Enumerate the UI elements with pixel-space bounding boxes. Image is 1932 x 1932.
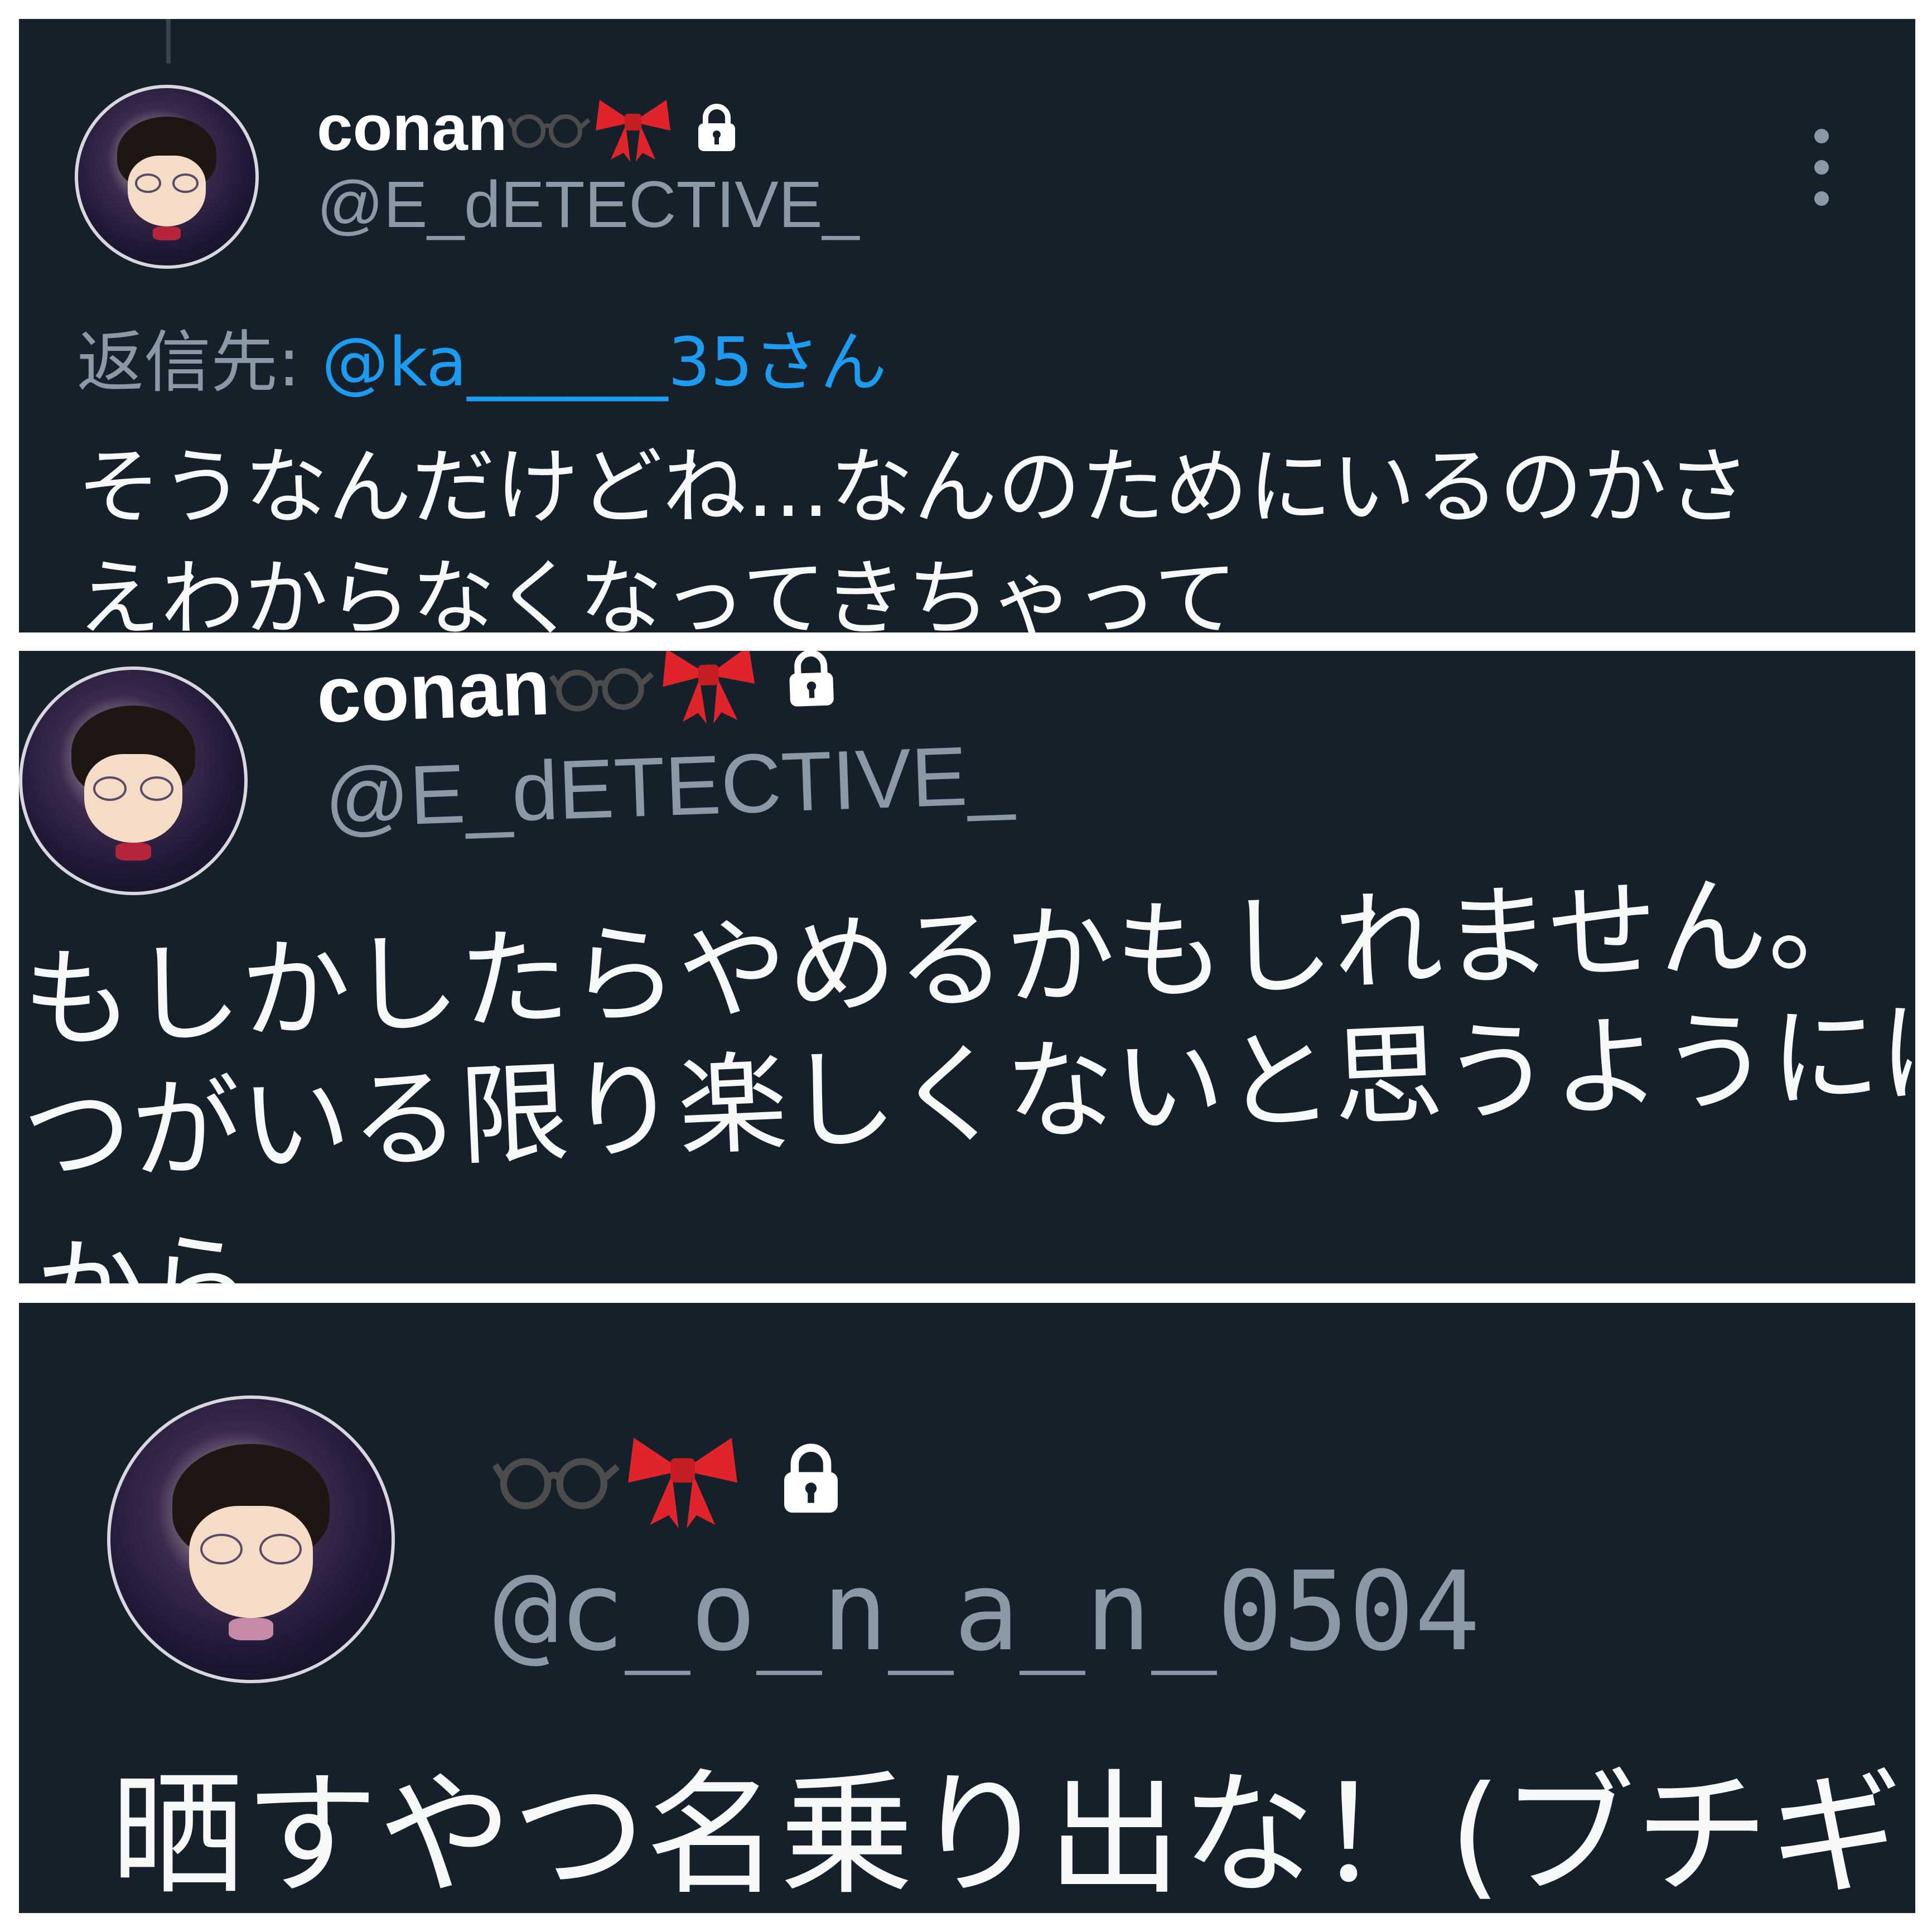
tweet-text-line-2: えわからなくなってきちゃって bbox=[77, 550, 1238, 632]
tweet-panel-1: conan @E_dETECTIVE_ 返信先: @ka______35さん そ bbox=[19, 19, 1915, 632]
tweet-text-line-3: から bbox=[32, 1194, 258, 1283]
name-row: conan bbox=[317, 91, 747, 164]
tweet-text-line-1: 晒すやつ名乗り出な！(ブチギ bbox=[110, 1757, 1903, 1913]
display-name[interactable]: conan bbox=[315, 651, 552, 741]
glasses-icon bbox=[549, 668, 654, 712]
tweet-panel-3: @c_o_n_a_n_0504 晒すやつ名乗り出な！(ブチギ bbox=[19, 1303, 1915, 1913]
lock-icon bbox=[789, 651, 834, 707]
display-name[interactable]: conan bbox=[317, 90, 508, 165]
handle[interactable]: @E_dETECTIVE_ bbox=[317, 167, 859, 243]
reply-context: 返信先: @ka______35さん bbox=[77, 308, 887, 405]
ribbon-icon bbox=[595, 100, 670, 162]
lock-icon bbox=[698, 104, 735, 151]
handle[interactable]: @c_o_n_a_n_0504 bbox=[493, 1548, 1480, 1675]
tweet-panel-2: conan @E_dETECTIVE_ もしかしたらやめるかもしれません。 つが… bbox=[19, 651, 1915, 1283]
avatar[interactable] bbox=[19, 666, 248, 895]
reply-label: 返信先: bbox=[77, 324, 301, 402]
reply-to-link[interactable]: @ka______35さん bbox=[322, 324, 887, 402]
handle[interactable]: @E_dETECTIVE_ bbox=[323, 726, 1015, 847]
more-options-icon[interactable] bbox=[1810, 119, 1833, 220]
ribbon-icon bbox=[628, 1437, 737, 1529]
lock-icon bbox=[784, 1443, 838, 1513]
glasses-icon bbox=[493, 1458, 620, 1509]
name-row bbox=[493, 1414, 856, 1543]
thread-line bbox=[166, 19, 171, 64]
ribbon-icon bbox=[663, 651, 755, 724]
name-row: conan bbox=[315, 651, 849, 740]
tweet-text-line-1: そうなんだけどね…なんのためにいるのかさ bbox=[77, 439, 1751, 536]
glasses-icon bbox=[507, 114, 591, 148]
avatar[interactable] bbox=[75, 85, 259, 269]
avatar[interactable] bbox=[107, 1395, 395, 1683]
